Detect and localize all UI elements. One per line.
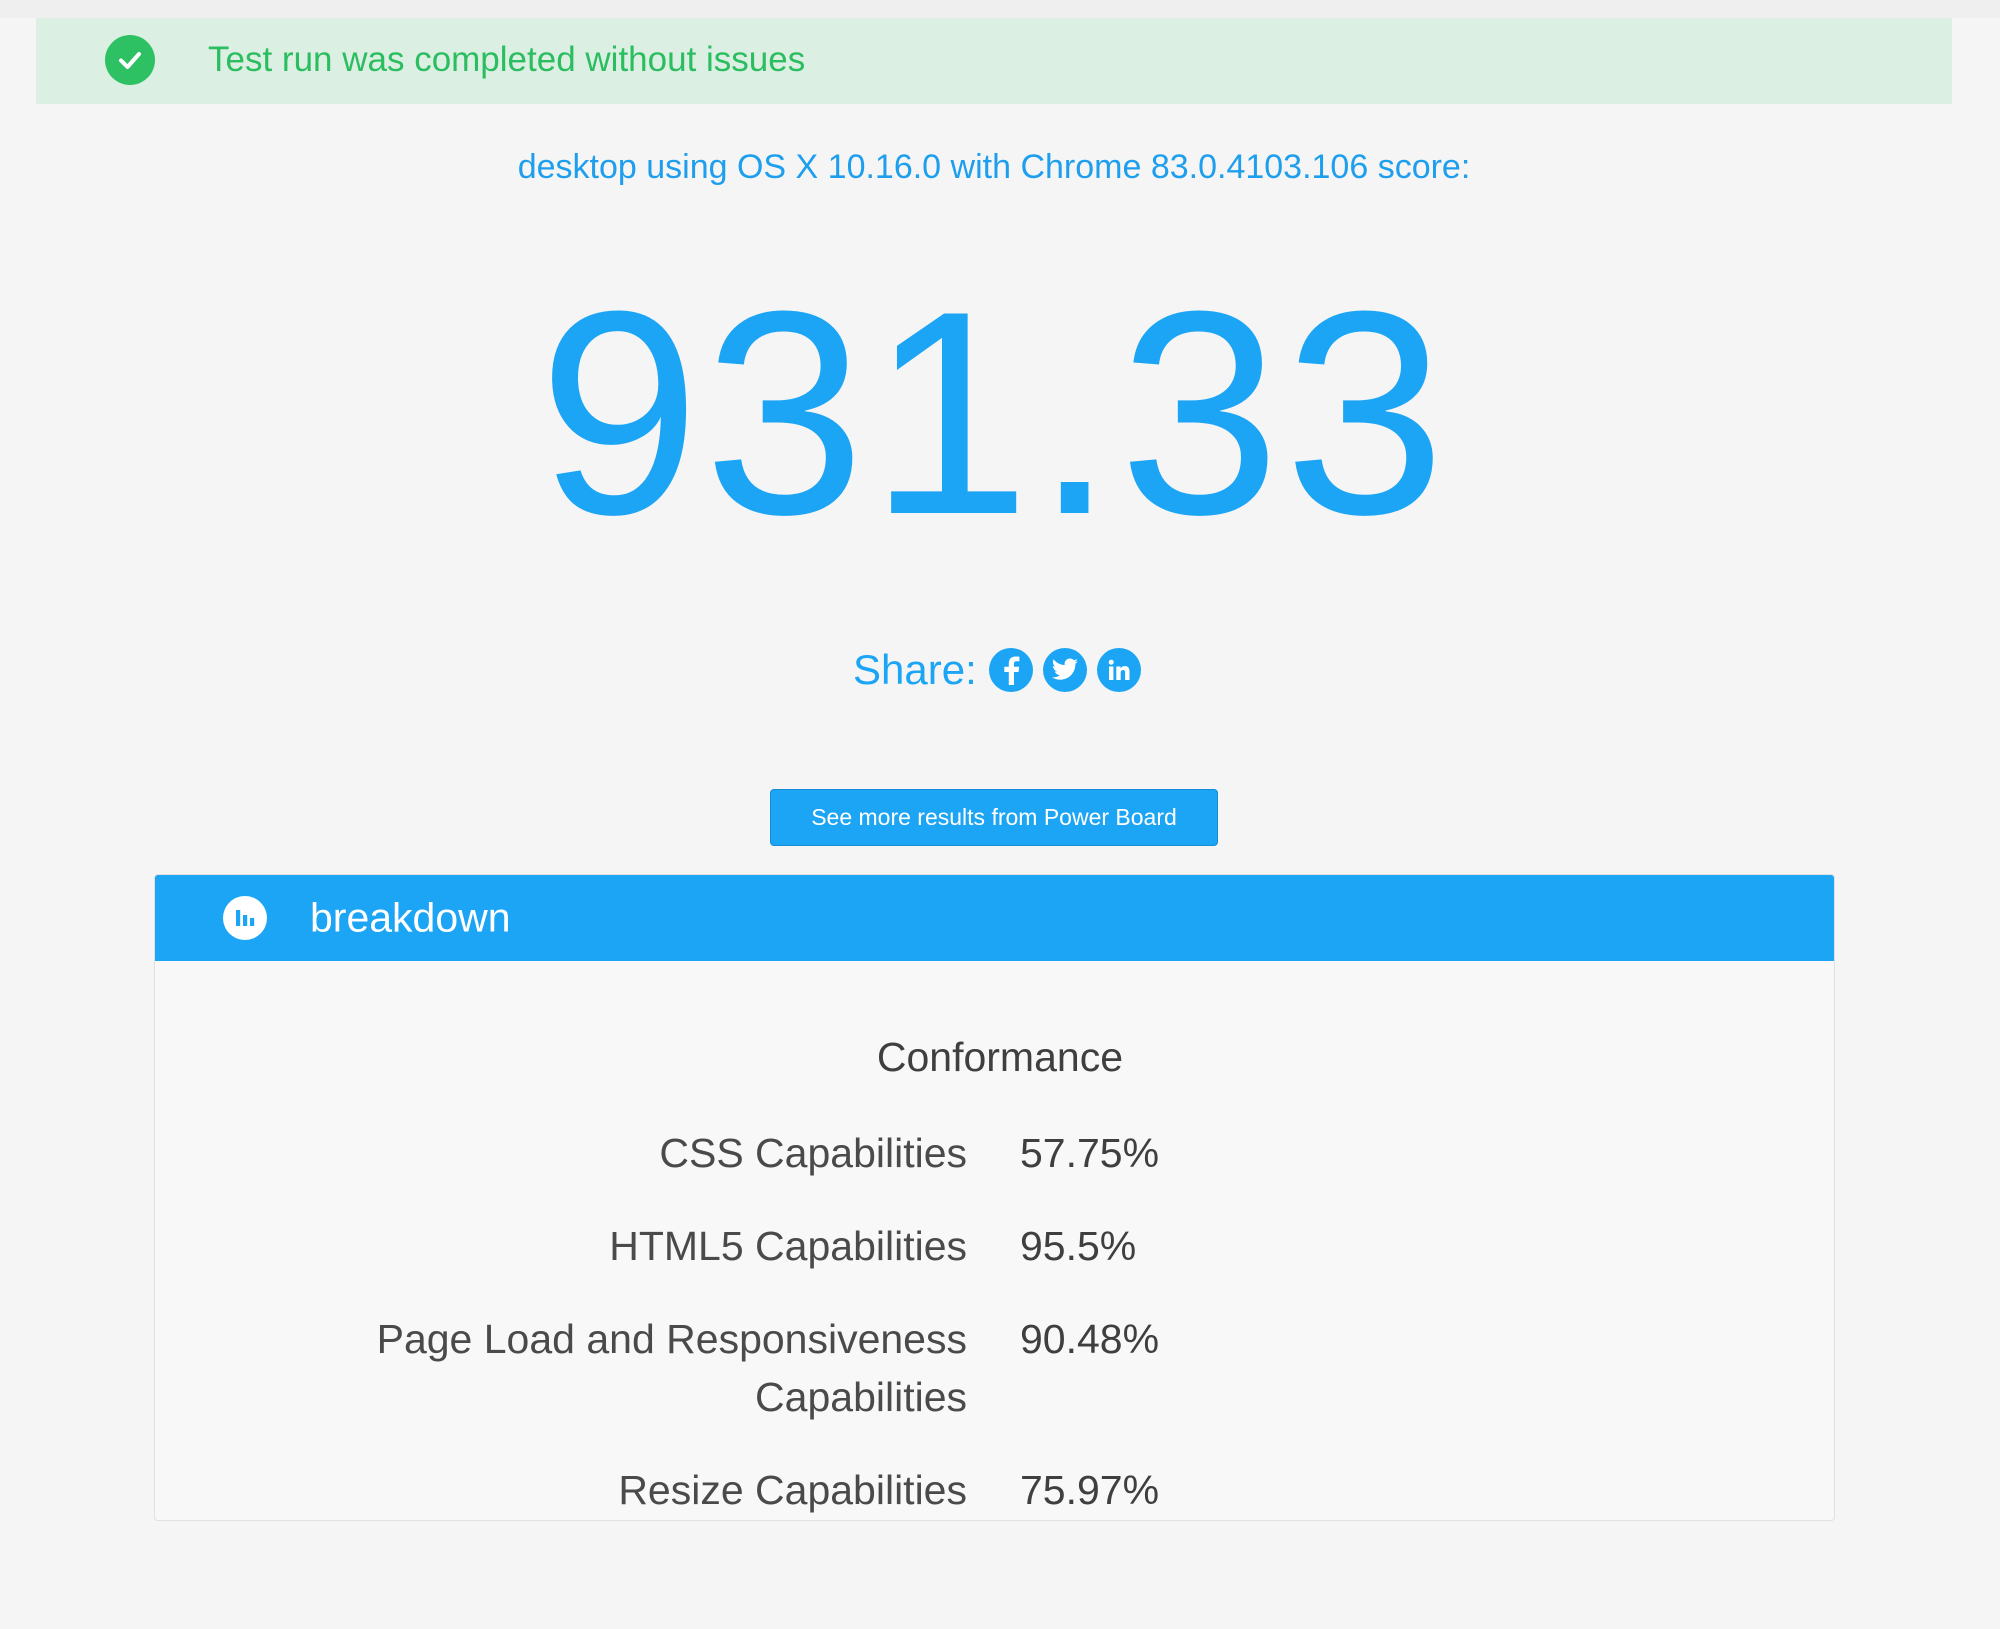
- conformance-heading: Conformance: [876, 1034, 1123, 1080]
- breakdown-header[interactable]: breakdown: [155, 875, 1834, 961]
- score-value: 931.33: [538, 251, 1450, 575]
- share-label: Share:: [853, 646, 977, 693]
- twitter-icon[interactable]: [1042, 648, 1087, 692]
- share-bar: Share:: [853, 643, 1141, 697]
- metric-value: 90.48%: [1020, 1316, 1160, 1362]
- metric-value: 75.97%: [1020, 1467, 1160, 1513]
- metric-label: HTML5 Capabilities: [609, 1223, 967, 1269]
- metric-value: 57.75%: [1020, 1130, 1160, 1176]
- alert-message: Test run was completed without issues: [208, 40, 806, 79]
- bar-chart-icon: [223, 896, 267, 940]
- facebook-icon[interactable]: [988, 648, 1033, 692]
- score-subtitle: desktop using OS X 10.16.0 with Chrome 8…: [517, 148, 1471, 186]
- metric-label: Resize Capabilities: [618, 1467, 967, 1513]
- see-more-results-button[interactable]: See more results from Power Board: [770, 789, 1218, 846]
- top-strip: [0, 0, 2000, 18]
- metric-label: CSS Capabilities: [659, 1130, 967, 1176]
- check-circle-icon: [105, 35, 155, 85]
- breakdown-title: breakdown: [310, 894, 511, 941]
- linkedin-icon[interactable]: [1096, 648, 1141, 692]
- metric-value: 95.5%: [1020, 1223, 1137, 1269]
- metric-label: Page Load and Responsiveness Capabilitie…: [376, 1316, 967, 1420]
